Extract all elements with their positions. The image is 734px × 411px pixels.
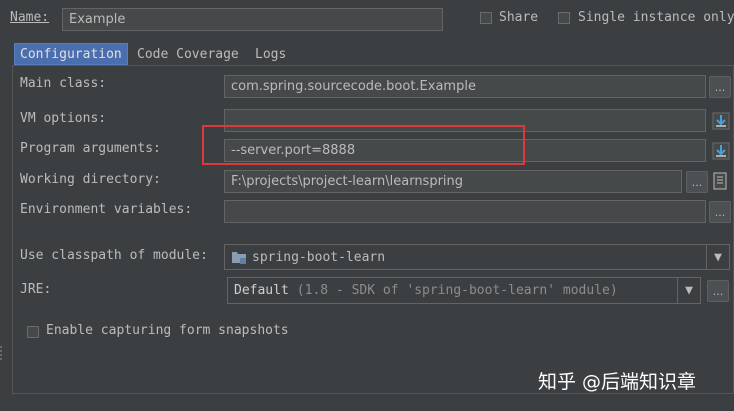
name-value: Example — [69, 12, 126, 27]
classpath-module-value: spring-boot-learn — [252, 249, 386, 265]
working-directory-input[interactable]: F:\projects\project-learn\learnspring — [224, 170, 682, 193]
tab-logs[interactable]: Logs — [250, 43, 291, 65]
working-directory-browse-button[interactable]: ... — [686, 171, 708, 193]
tab-code-coverage[interactable]: Code Coverage — [132, 43, 244, 65]
vm-options-expand-icon[interactable] — [712, 112, 730, 130]
main-class-value: com.spring.sourcecode.boot.Example — [231, 79, 476, 94]
highlight-box — [202, 125, 525, 165]
program-arguments-expand-icon[interactable] — [712, 142, 730, 160]
tab-configuration[interactable]: Configuration — [14, 43, 128, 65]
vm-options-label: VM options: — [20, 111, 107, 126]
jre-chevron-down-icon: ▼ — [677, 278, 700, 303]
jre-value: Default — [234, 283, 289, 298]
environment-variables-edit-button[interactable]: ... — [709, 201, 731, 223]
classpath-module-label: Use classpath of module: — [20, 248, 208, 263]
name-input[interactable]: Example — [62, 8, 443, 31]
working-directory-macro-icon[interactable] — [711, 172, 729, 190]
single-instance-checkbox[interactable] — [558, 12, 570, 24]
working-directory-value: F:\projects\project-learn\learnspring — [231, 174, 464, 189]
share-label: Share — [499, 10, 539, 25]
jre-detail: (1.8 - SDK of 'spring-boot-learn' module… — [296, 283, 618, 298]
main-class-input[interactable]: com.spring.sourcecode.boot.Example — [224, 75, 706, 98]
form-snapshots-checkbox[interactable] — [27, 326, 39, 338]
watermark: 知乎 @后端知识章 — [538, 371, 697, 393]
name-label-text: Name: — [10, 10, 50, 25]
module-folder-icon — [231, 250, 247, 264]
share-checkbox[interactable] — [480, 12, 492, 24]
main-class-browse-button[interactable]: ... — [709, 76, 731, 98]
chevron-down-icon: ▼ — [706, 245, 729, 269]
environment-variables-input[interactable] — [224, 200, 706, 223]
jre-label-text: JRE: — [20, 282, 52, 297]
form-snapshots-label: Enable capturing form snapshots — [46, 323, 289, 338]
jre-browse-button[interactable]: ... — [707, 280, 729, 302]
jre-select[interactable]: Default (1.8 - SDK of 'spring-boot-learn… — [227, 277, 701, 304]
single-instance-label: Single instance only — [578, 10, 734, 25]
program-arguments-label: Program arguments: — [20, 141, 161, 156]
jre-label: JRE: — [20, 282, 51, 297]
main-class-label: Main class: — [20, 76, 107, 91]
working-directory-label: Working directory: — [20, 172, 161, 187]
resize-grip[interactable] — [0, 346, 6, 360]
environment-variables-label: Environment variables: — [20, 202, 193, 217]
name-label: Name: — [10, 10, 49, 25]
classpath-module-select[interactable]: spring-boot-learn ▼ — [224, 244, 730, 270]
